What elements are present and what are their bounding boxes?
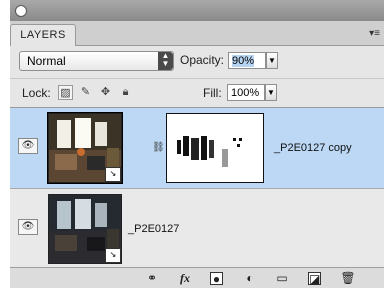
layer-thumbnail[interactable]: ↘	[48, 194, 122, 264]
layers-panel: LAYERS ▾≡ Normal ▲ ▼ Opacity: 90% ▼ Lock:…	[10, 0, 384, 288]
opacity-value: 90%	[232, 55, 255, 67]
lock-transparent-icon[interactable]: ▨	[58, 85, 73, 100]
lock-paint-icon[interactable]: ✎	[78, 85, 93, 100]
fill-label: Fill:	[203, 86, 222, 100]
layer-mask-thumbnail[interactable]	[166, 113, 264, 183]
panel-bottom-toolbar: ⚭ fx ● ◐ ▭ ◪ 🗑︎	[10, 267, 384, 288]
fx-icon[interactable]: fx	[174, 272, 196, 285]
smart-object-icon: ↘	[105, 248, 121, 263]
panel-menu-icon[interactable]: ▾≡	[369, 28, 380, 39]
fill-value: 100%	[231, 87, 260, 99]
new-group-icon[interactable]: ▭	[274, 272, 290, 285]
layer-thumbnail[interactable]: ↘	[48, 113, 122, 183]
tab-layers[interactable]: LAYERS	[10, 24, 76, 46]
visibility-eye-icon[interactable]: 👁︎	[18, 219, 38, 235]
smart-object-icon: ↘	[105, 167, 121, 182]
lock-move-icon[interactable]: ✥	[98, 85, 113, 100]
panel-title-bar[interactable]	[10, 0, 384, 22]
opacity-field[interactable]: 90%	[228, 52, 266, 69]
visibility-eye-icon[interactable]: 👁︎	[18, 138, 38, 154]
tab-row: LAYERS ▾≡	[10, 21, 384, 46]
layer-row-base[interactable]: 👁︎ ↘ _P2E0127	[10, 189, 384, 270]
layers-list: 👁︎ ↘ ⛓︎ _P2E0127 copy 👁︎ ↘ _P2E0127	[10, 107, 384, 270]
close-icon[interactable]	[15, 5, 27, 17]
add-mask-icon[interactable]: ●	[210, 272, 223, 286]
opacity-dropdown-icon[interactable]: ▼	[266, 52, 278, 69]
updown-arrows-icon: ▲ ▼	[158, 52, 173, 70]
new-layer-icon[interactable]: ◪	[308, 272, 321, 286]
lock-all-icon[interactable]: 🔒︎	[118, 85, 133, 100]
lock-label: Lock:	[22, 86, 51, 100]
layer-name[interactable]: _P2E0127	[128, 223, 179, 235]
blend-opacity-row: Normal ▲ ▼ Opacity: 90% ▼	[10, 46, 384, 75]
trash-icon[interactable]: 🗑︎	[340, 272, 356, 285]
chain-link-icon[interactable]: ⛓︎	[152, 142, 165, 153]
layer-name[interactable]: _P2E0127 copy	[274, 142, 352, 154]
blend-mode-select[interactable]: Normal ▲ ▼	[19, 51, 174, 71]
link-layers-icon[interactable]: ⚭	[142, 272, 162, 285]
adjustment-layer-icon[interactable]: ◐	[242, 272, 258, 285]
mask-shape-icon	[177, 136, 242, 167]
fill-field[interactable]: 100%	[227, 84, 265, 101]
opacity-label: Opacity:	[180, 53, 225, 67]
blend-mode-value: Normal	[27, 54, 66, 68]
fill-dropdown-icon[interactable]: ▼	[265, 84, 277, 101]
layer-row-copy[interactable]: 👁︎ ↘ ⛓︎ _P2E0127 copy	[10, 108, 384, 189]
lock-fill-row: Lock: ▨ ✎ ✥ 🔒︎ Fill: 100% ▼	[10, 78, 384, 107]
